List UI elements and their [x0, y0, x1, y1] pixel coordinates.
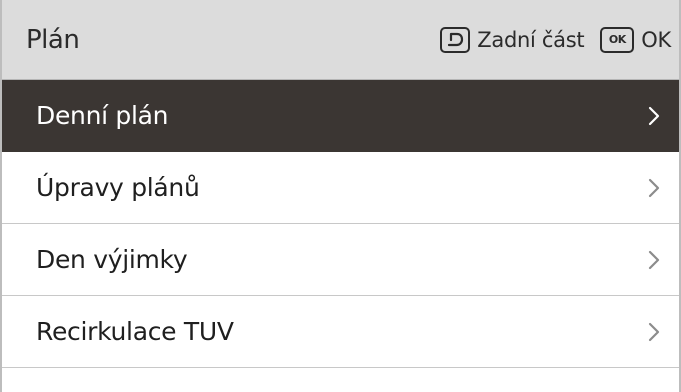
chevron-right-icon: [643, 247, 665, 273]
chevron-right-icon: [643, 175, 665, 201]
back-button[interactable]: Zadní část: [440, 26, 585, 53]
menu-item-label: Denní plán: [36, 101, 169, 130]
ok-label: OK: [641, 27, 671, 52]
menu-item-dhw-recirculation[interactable]: Recirkulace TUV: [2, 296, 679, 368]
ok-button[interactable]: OK OK: [600, 26, 671, 53]
menu-item-daily-schedule[interactable]: Denní plán: [2, 80, 679, 152]
chevron-right-icon: [643, 319, 665, 345]
page-title: Plán: [26, 24, 80, 55]
menu-item-schedule-edits[interactable]: Úpravy plánů: [2, 152, 679, 224]
chevron-right-icon: [643, 103, 665, 129]
back-label: Zadní část: [477, 27, 585, 52]
menu-item-label: Úpravy plánů: [36, 173, 200, 202]
menu-item-label: Den výjimky: [36, 245, 188, 274]
menu-item-exception-day[interactable]: Den výjimky: [2, 224, 679, 296]
menu-item-label: Recirkulace TUV: [36, 317, 234, 346]
schedule-screen: Plán Zadní část OK OK Denní plán Úpravy …: [0, 0, 681, 392]
back-arrow-icon: [440, 26, 471, 53]
header-bar: Plán Zadní část OK OK: [2, 0, 679, 80]
empty-list-area: [2, 368, 679, 392]
ok-key-icon: OK: [600, 26, 635, 53]
